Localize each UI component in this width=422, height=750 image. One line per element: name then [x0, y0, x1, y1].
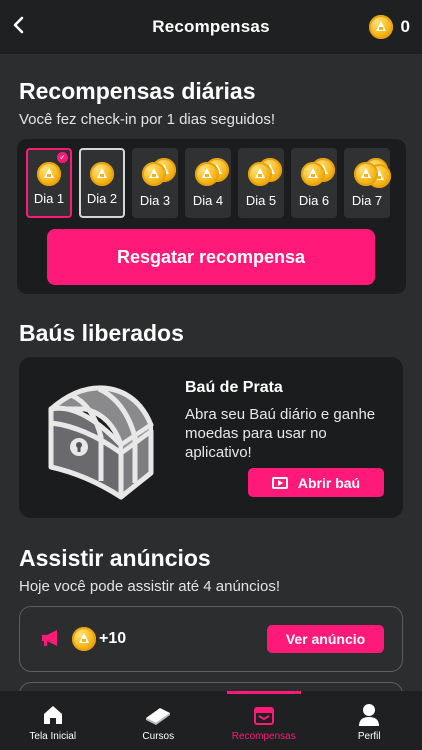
user-icon [359, 704, 380, 726]
nav-label: Tela Inicial [29, 731, 77, 742]
day-label: Dia 1 [33, 191, 65, 206]
claim-reward-button[interactable]: Resgatar recompensa [47, 229, 375, 285]
app-header: Recompensas 0 [0, 0, 422, 54]
megaphone-icon [42, 630, 57, 646]
chests-title: Baús liberados [19, 320, 184, 346]
nav-item-courses[interactable]: Cursos [106, 691, 212, 750]
ads-subtitle: Hoje você pode assistir até 4 anúncios! [19, 578, 280, 595]
home-icon [43, 706, 62, 724]
day-card-6[interactable]: Dia 6 [291, 148, 337, 218]
day-label: Dia 6 [298, 193, 330, 208]
day-card-5[interactable]: Dia 5 [238, 148, 284, 218]
coin-icon [301, 162, 325, 186]
day-label: Dia 5 [245, 193, 277, 208]
coin-icon [354, 162, 378, 186]
watch-ad-button[interactable]: Ver anúncio [267, 625, 384, 653]
chest-icon [48, 385, 154, 500]
nav-label: Cursos [142, 731, 175, 742]
daily-rewards-card: ✓ Dia 1 Dia 2 Dia 3 Dia 4 Dia 5 Dia 6 Di… [17, 139, 406, 294]
daily-rewards-subtitle: Você fez check-in por 1 dias seguidos! [19, 111, 275, 128]
open-chest-button[interactable]: Abrir baú [248, 468, 384, 497]
gift-icon [253, 707, 274, 725]
day-label: Dia 4 [192, 193, 224, 208]
coin-icon [195, 162, 219, 186]
day-card-1[interactable]: ✓ Dia 1 [26, 148, 72, 218]
book-icon [146, 708, 171, 725]
chest-card: Baú de Prata Abra seu Baú diário e ganhe… [19, 357, 403, 518]
bottom-nav: Tela Inicial Cursos Recompensas Perfil [0, 691, 422, 750]
ad-reward-amount: +10 [99, 630, 127, 647]
coin-balance[interactable]: 0 [368, 14, 410, 40]
chest-description: Abra seu Baú diário e ganhe moedas para … [185, 406, 376, 461]
day-label: Dia 2 [86, 191, 118, 206]
nav-item-rewards[interactable]: Recompensas [211, 691, 317, 750]
coin-icon [90, 162, 114, 186]
play-video-icon [271, 476, 288, 489]
nav-item-profile[interactable]: Perfil [317, 691, 422, 750]
ads-title: Assistir anúncios [19, 545, 211, 571]
day-label: Dia 3 [139, 193, 171, 208]
coin-count: 0 [400, 17, 410, 36]
nav-label: Recompensas [231, 731, 296, 742]
coin-icon [37, 162, 61, 186]
coin-icon [368, 15, 393, 39]
coin-icon [248, 162, 272, 186]
day-card-3[interactable]: Dia 3 [132, 148, 178, 218]
page-title: Recompensas [152, 17, 270, 36]
ad-card: +10 Ver anúncio [19, 606, 403, 672]
open-chest-label: Abrir baú [297, 474, 361, 491]
day-card-2[interactable]: Dia 2 [79, 148, 125, 218]
coin-icon [72, 627, 96, 651]
days-row: ✓ Dia 1 Dia 2 Dia 3 Dia 4 Dia 5 Dia 6 Di… [26, 148, 398, 218]
chest-name: Baú de Prata [185, 379, 283, 396]
nav-label: Perfil [357, 731, 381, 742]
coin-icon [142, 162, 166, 186]
day-card-4[interactable]: Dia 4 [185, 148, 231, 218]
day-label: Dia 7 [351, 193, 383, 208]
nav-item-home[interactable]: Tela Inicial [0, 691, 106, 750]
daily-rewards-title: Recompensas diárias [19, 78, 256, 104]
day-card-7[interactable]: Dia 7 [344, 148, 391, 218]
